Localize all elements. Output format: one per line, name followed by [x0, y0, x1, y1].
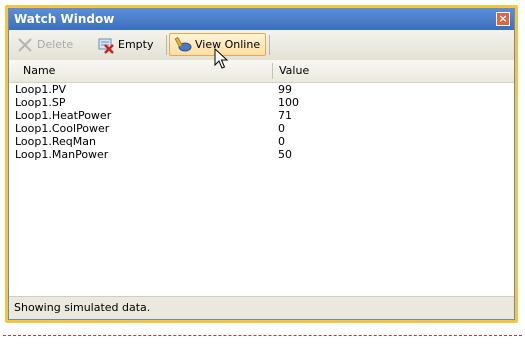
row-value: 99	[278, 83, 292, 96]
watch-window: Watch Window × Delete Empty View Online …	[8, 8, 515, 320]
row-value: 0	[278, 122, 285, 135]
row-name: Loop1.HeatPower	[15, 109, 112, 122]
table-header: Name Value	[9, 60, 514, 83]
empty-button[interactable]: Empty	[93, 33, 157, 56]
row-value: 0	[278, 135, 285, 148]
table-row[interactable]: Loop1.ManPower 50	[9, 148, 514, 161]
row-name: Loop1.CoolPower	[15, 122, 110, 135]
column-header-value[interactable]: Value	[279, 64, 309, 77]
row-value: 100	[278, 96, 299, 109]
column-header-name[interactable]: Name	[23, 64, 55, 77]
row-name: Loop1.PV	[15, 83, 67, 96]
table-row[interactable]: Loop1.SP 100	[9, 96, 514, 109]
status-bar: Showing simulated data.	[9, 296, 514, 319]
toolbar: Delete Empty View Online	[9, 30, 514, 61]
x-icon	[16, 36, 34, 54]
window-title: Watch Window	[14, 12, 115, 26]
close-button[interactable]: ×	[496, 12, 510, 26]
delete-button[interactable]: Delete	[12, 33, 77, 56]
toolbar-separator	[269, 35, 270, 55]
table-row[interactable]: Loop1.PV 99	[9, 83, 514, 96]
toolbar-separator	[166, 35, 167, 55]
empty-label: Empty	[118, 38, 154, 51]
window-frame: Watch Window × Delete Empty View Online …	[5, 5, 518, 323]
table-row[interactable]: Loop1.CoolPower 0	[9, 122, 514, 135]
column-divider[interactable]	[272, 63, 273, 79]
watch-list: Loop1.PV 99 Loop1.SP 100 Loop1.HeatPower…	[9, 83, 514, 161]
view-online-icon	[174, 36, 192, 54]
row-value: 50	[278, 148, 292, 161]
table-row[interactable]: Loop1.HeatPower 71	[9, 109, 514, 122]
table-row[interactable]: Loop1.ReqMan 0	[9, 135, 514, 148]
empty-icon	[97, 36, 115, 54]
row-value: 71	[278, 109, 292, 122]
row-name: Loop1.SP	[15, 96, 66, 109]
title-bar[interactable]: Watch Window ×	[9, 9, 514, 30]
status-text: Showing simulated data.	[14, 301, 151, 314]
delete-label: Delete	[37, 38, 74, 51]
row-name: Loop1.ReqMan	[15, 135, 96, 148]
mouse-pointer-icon	[214, 47, 230, 73]
dashed-divider	[3, 335, 522, 336]
row-name: Loop1.ManPower	[15, 148, 109, 161]
